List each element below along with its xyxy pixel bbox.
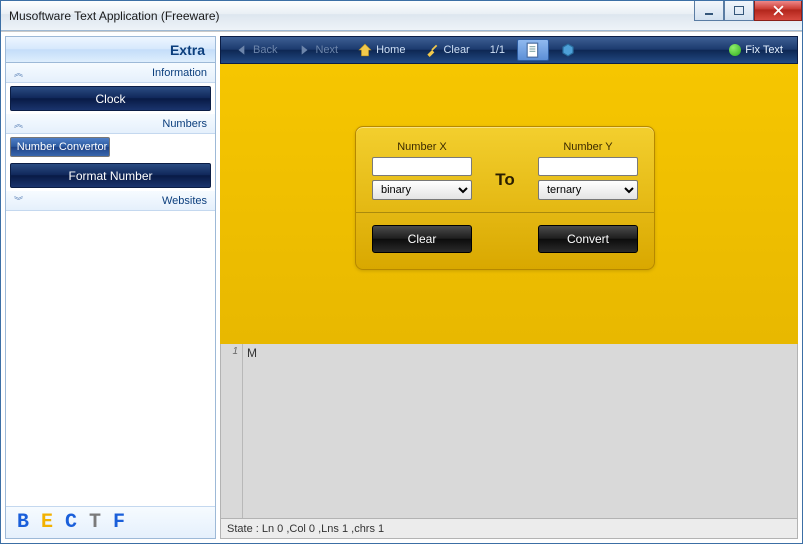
text-content: M [247, 346, 257, 360]
card-convert-button[interactable]: Convert [538, 225, 638, 253]
from-base-select[interactable]: binary [372, 180, 472, 200]
sidebar: Extra ︽ Information Clock ︽ Numbers Numb… [5, 36, 216, 539]
number-y-input[interactable] [538, 157, 638, 176]
button-label: Clock [95, 92, 125, 106]
sidebar-section-websites[interactable]: ︾ Websites [6, 191, 215, 211]
status-bar: State : Ln 0 ,Col 0 ,Lns 1 ,chrs 1 [220, 519, 798, 539]
number-convertor-button[interactable]: Number Convertor [10, 137, 110, 157]
document-icon [526, 43, 540, 57]
footer-glyph-t[interactable]: T [84, 511, 106, 534]
text-pane[interactable]: M [243, 344, 797, 518]
hex-icon [561, 43, 575, 57]
gutter-line-number: 1 [221, 346, 238, 357]
broom-icon [425, 43, 439, 57]
button-label: Fix Text [745, 44, 783, 56]
page-indicator: 1/1 [482, 39, 513, 61]
card-divider [356, 212, 654, 213]
format-number-button[interactable]: Format Number [10, 163, 211, 188]
home-button[interactable]: Home [350, 39, 413, 61]
sidebar-section-label: Numbers [162, 118, 207, 130]
button-label: Format Number [68, 169, 152, 183]
sidebar-title: Extra [6, 37, 215, 63]
app-window: Musoftware Text Application (Freeware) E… [0, 0, 803, 544]
number-x-label: Number X [397, 141, 447, 153]
window-controls [694, 1, 802, 21]
clear-button[interactable]: Clear [417, 39, 477, 61]
button-label: Back [253, 44, 277, 56]
sidebar-section-numbers[interactable]: ︽ Numbers [6, 114, 215, 134]
convertor-card: Number X binary To Number Y ternary [355, 126, 655, 270]
sidebar-fill [6, 211, 215, 506]
arrow-left-icon [235, 43, 249, 57]
line-gutter: 1 [221, 344, 243, 518]
titlebar: Musoftware Text Application (Freeware) [1, 1, 802, 31]
check-circle-icon [729, 44, 741, 56]
window-title: Musoftware Text Application (Freeware) [9, 9, 220, 23]
card-clear-button[interactable]: Clear [372, 225, 472, 253]
footer-glyph-f[interactable]: F [108, 511, 130, 534]
fix-text-button[interactable]: Fix Text [721, 39, 791, 61]
arrow-right-icon [297, 43, 311, 57]
close-button[interactable] [754, 1, 802, 21]
footer-glyph-e[interactable]: E [36, 511, 58, 534]
chevron-up-icon: ︽ [14, 117, 24, 130]
next-button[interactable]: Next [289, 39, 346, 61]
clock-button[interactable]: Clock [10, 86, 211, 111]
button-label: Clear [443, 44, 469, 56]
page-text: 1/1 [490, 44, 505, 56]
to-base-select[interactable]: ternary [538, 180, 638, 200]
sidebar-section-information[interactable]: ︽ Information [6, 63, 215, 83]
button-label: Home [376, 44, 405, 56]
to-label: To [495, 170, 515, 190]
chevron-up-icon: ︽ [14, 66, 24, 79]
number-y-label: Number Y [563, 141, 612, 153]
client-area: Extra ︽ Information Clock ︽ Numbers Numb… [1, 31, 802, 543]
document-button[interactable] [517, 39, 549, 61]
number-x-input[interactable] [372, 157, 472, 176]
back-button[interactable]: Back [227, 39, 285, 61]
sidebar-section-label: Information [152, 67, 207, 79]
text-editor: 1 M [220, 344, 798, 519]
home-icon [358, 43, 372, 57]
main-area: Back Next Home [220, 36, 798, 539]
convertor-panel: Number X binary To Number Y ternary [220, 64, 798, 344]
minimize-button[interactable] [694, 1, 724, 21]
close-icon [773, 5, 784, 16]
maximize-button[interactable] [724, 1, 754, 21]
sidebar-section-label: Websites [162, 195, 207, 207]
sidebar-footer: B E C T F [6, 506, 215, 538]
button-label: Next [315, 44, 338, 56]
footer-glyph-b[interactable]: B [12, 511, 34, 534]
status-text: State : Ln 0 ,Col 0 ,Lns 1 ,chrs 1 [227, 523, 384, 535]
footer-glyph-c[interactable]: C [60, 511, 82, 534]
settings-button[interactable] [553, 39, 583, 61]
toolbar: Back Next Home [220, 36, 798, 64]
chevron-down-icon: ︾ [14, 194, 24, 207]
button-label: Number Convertor [17, 141, 107, 153]
